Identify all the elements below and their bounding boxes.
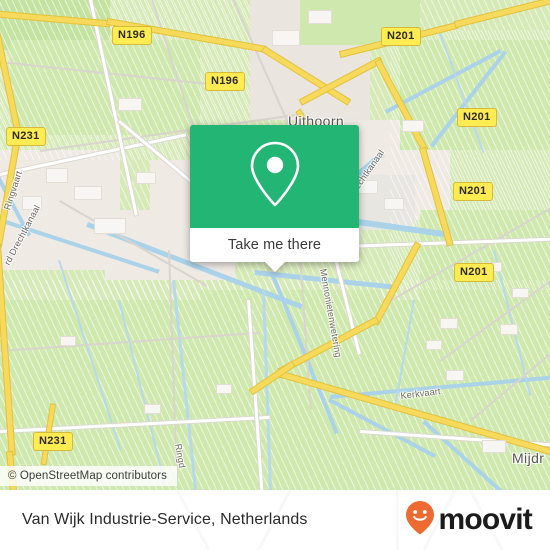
road-shield-n196[interactable]: N196 bbox=[205, 72, 245, 91]
map-canvas[interactable]: Uithoorn Mijdr Ringvaart rd Drechtkanaal… bbox=[0, 0, 550, 490]
map-screenshot-root: Uithoorn Mijdr Ringvaart rd Drechtkanaal… bbox=[0, 0, 550, 550]
location-popup-card[interactable]: Take me there bbox=[190, 125, 359, 272]
osm-attribution-text: © OpenStreetMap contributors bbox=[8, 470, 167, 482]
popup-footer[interactable]: Take me there bbox=[190, 228, 359, 272]
road-shield-n201[interactable]: N201 bbox=[454, 263, 494, 282]
road-shield-n201[interactable]: N201 bbox=[453, 182, 493, 201]
map-pin-icon bbox=[247, 139, 303, 214]
road-shield-n201[interactable]: N201 bbox=[381, 27, 421, 46]
popup-header bbox=[190, 125, 359, 228]
road-shield-n196[interactable]: N196 bbox=[112, 26, 152, 45]
road-shield-n231[interactable]: N231 bbox=[6, 127, 46, 146]
take-me-there-label: Take me there bbox=[227, 237, 322, 253]
popup-pointer-tail bbox=[264, 262, 285, 272]
osm-attribution[interactable]: © OpenStreetMap contributors bbox=[0, 466, 177, 486]
footer-bar: Van Wijk Industrie-Service, Netherlands … bbox=[0, 490, 550, 550]
place-title: Van Wijk Industrie-Service, Netherlands bbox=[22, 511, 308, 528]
road-shield-n231[interactable]: N231 bbox=[33, 432, 73, 451]
moovit-smiley-pin-icon bbox=[405, 500, 435, 541]
moovit-brand[interactable]: moovit bbox=[405, 500, 533, 541]
road-shield-n201[interactable]: N201 bbox=[457, 108, 497, 127]
moovit-wordmark: moovit bbox=[438, 503, 532, 536]
